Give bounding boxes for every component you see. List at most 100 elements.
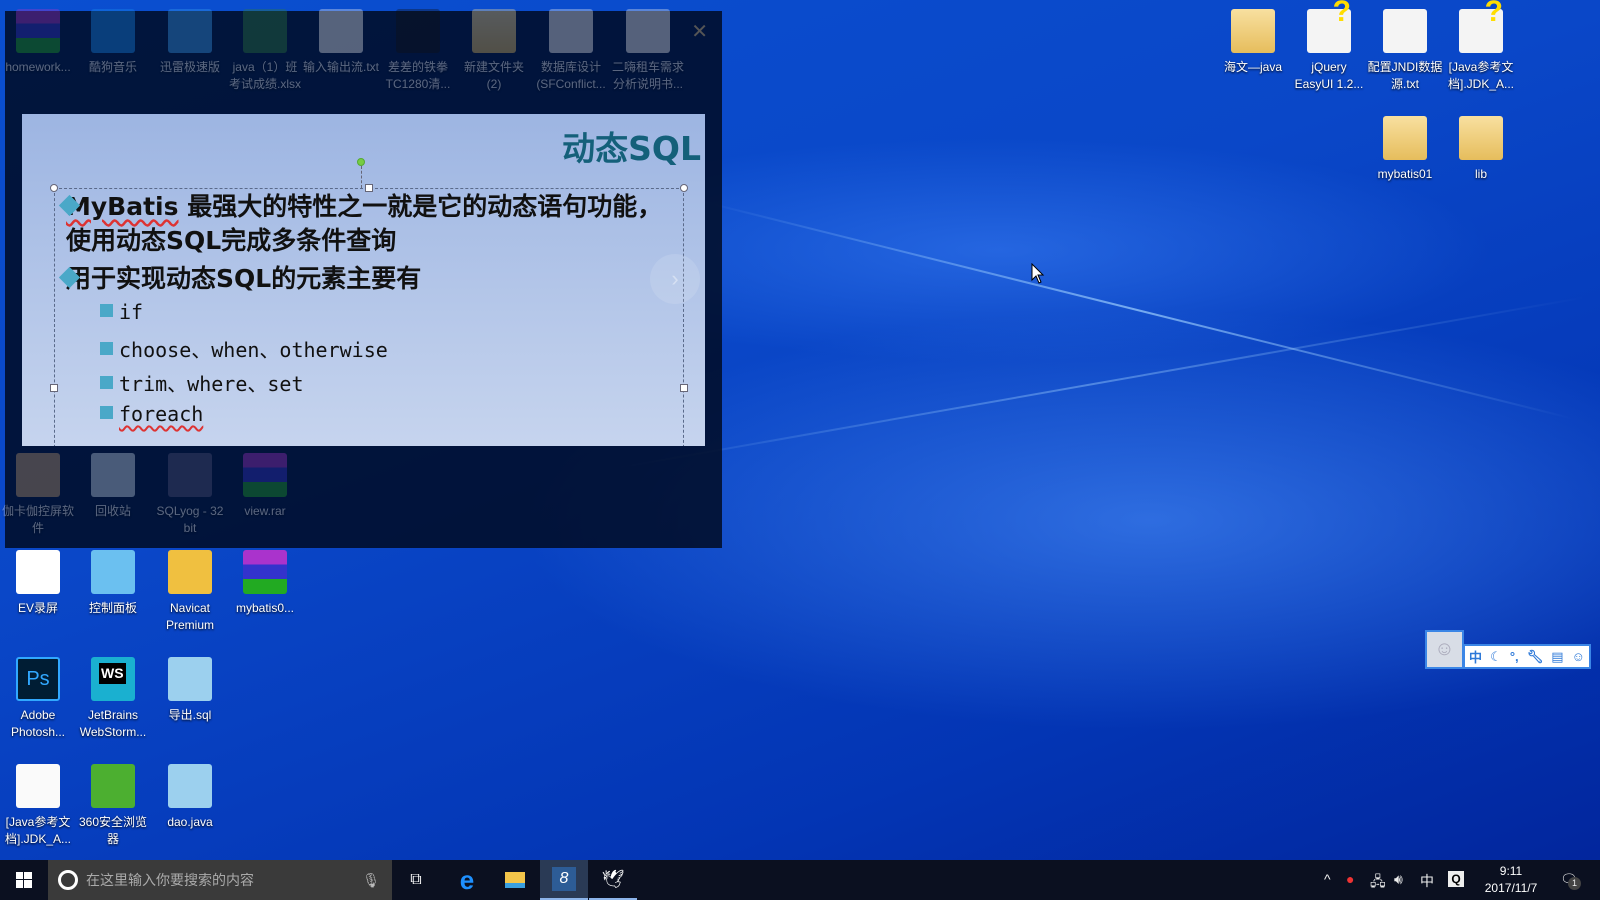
- volume-icon[interactable]: 🔊︎: [1394, 871, 1403, 888]
- next-slide-button[interactable]: ›: [650, 254, 700, 304]
- desktop-icon[interactable]: ? [Java参考文档].JDK_A...: [1443, 0, 1519, 93]
- clipboard-icon[interactable]: ▤: [1551, 649, 1563, 665]
- text-file-icon: [319, 9, 363, 53]
- wrench-icon[interactable]: 🔧︎: [1527, 649, 1544, 665]
- desktop-icon[interactable]: 回收站: [75, 449, 151, 520]
- ime-indicator[interactable]: 中: [1420, 871, 1434, 891]
- desktop-icon[interactable]: 二嗨租车需求分析说明书...: [610, 5, 686, 93]
- desktop-icon[interactable]: mybatis01: [1367, 112, 1443, 183]
- desktop-icon-label: JetBrains WebStorm...: [79, 708, 147, 739]
- text-file-icon: [1383, 9, 1427, 53]
- start-button[interactable]: [0, 860, 48, 900]
- square-bullet-icon: [100, 406, 113, 419]
- desktop-icon-label: 360安全浏览器: [78, 815, 148, 846]
- file-explorer-icon[interactable]: [491, 860, 539, 900]
- notepad-icon: [168, 657, 212, 701]
- desktop-icon[interactable]: 导出.sql: [152, 653, 228, 724]
- desktop-icon[interactable]: lib: [1443, 112, 1519, 183]
- desktop-icon[interactable]: 新建文件夹 (2): [456, 5, 532, 93]
- desktop-icon[interactable]: 控制面板: [75, 546, 151, 617]
- desktop-icon-label: 迅雷极速版: [159, 60, 220, 74]
- ev-icon: [16, 550, 60, 594]
- word-icon: [549, 9, 593, 53]
- desktop-icon[interactable]: view.rar: [227, 449, 303, 520]
- wallpaper-beam: [699, 200, 1574, 420]
- edge-icon[interactable]: e: [443, 860, 491, 900]
- folder-icon: [1383, 116, 1427, 160]
- desktop-icon[interactable]: Navicat Premium: [152, 546, 228, 634]
- webstorm-icon: WS: [91, 657, 135, 701]
- help-file-icon: ?: [1307, 0, 1351, 53]
- action-center-icon[interactable]: 🗨︎1: [1560, 871, 1581, 890]
- bullet-1: MyBatis 最强大的特性之一就是它的动态语句功能，使用动态SQL完成多条件查…: [58, 190, 666, 258]
- folder-icon: [472, 9, 516, 53]
- recycle-bin-icon: [91, 453, 135, 497]
- network-icon[interactable]: 🖧︎: [1370, 871, 1386, 895]
- search-box[interactable]: 在这里输入你要搜索的内容 🎙︎: [48, 860, 392, 900]
- desktop-icon[interactable]: 差差的铁拳TC1280清...: [380, 5, 456, 93]
- word-icon: [626, 9, 670, 53]
- desktop-icon[interactable]: dao.java: [152, 760, 228, 831]
- desktop-icon[interactable]: [Java参考文档].JDK_A...: [0, 760, 76, 848]
- desktop-icon-label: [Java参考文档].JDK_A...: [1447, 60, 1515, 91]
- desktop-icon[interactable]: 伽卡伽控屏软件: [0, 449, 76, 537]
- desktop-icon[interactable]: ? jQuery EasyUI 1.2...: [1291, 0, 1367, 93]
- desktop-icon[interactable]: Ps Adobe Photosh...: [0, 653, 76, 741]
- blank-file-icon: [16, 764, 60, 808]
- cortana-icon: [58, 870, 78, 890]
- ime-lang-toggle[interactable]: 中: [1469, 647, 1482, 666]
- notepad-icon: [168, 764, 212, 808]
- excel-icon: [243, 9, 287, 53]
- square-bullet-icon: [100, 376, 113, 389]
- desktop-icon-label: homework...: [5, 60, 71, 74]
- desktop-icon[interactable]: 海文—java: [1215, 5, 1291, 76]
- desktop-icon[interactable]: 酷狗音乐: [75, 5, 151, 76]
- taskbar: 在这里输入你要搜索的内容 🎙︎ ⧉ e 8 🕊︎ ^ ● 🖧︎ 🔊︎ 中 Q 9…: [0, 860, 1600, 900]
- desktop-icon-label: 伽卡伽控屏软件: [1, 504, 74, 535]
- desktop-icon[interactable]: 配置JNDI数据源.txt: [1367, 5, 1443, 93]
- taskbar-app-bird[interactable]: 🕊︎: [589, 860, 637, 900]
- desktop-icon[interactable]: WS JetBrains WebStorm...: [75, 653, 151, 741]
- app-icon: [16, 453, 60, 497]
- microphone-icon[interactable]: 🎙︎: [362, 872, 380, 889]
- desktop-icon-label: 二嗨租车需求分析说明书...: [611, 60, 684, 91]
- desktop-icon[interactable]: homework...: [0, 5, 76, 76]
- windows-icon: [16, 872, 32, 888]
- desktop-icon-label: 差差的铁拳TC1280清...: [385, 60, 451, 91]
- sub-bullet: trim、where、set: [100, 368, 304, 397]
- desktop-icon-label: 新建文件夹 (2): [463, 60, 524, 91]
- winrar-icon: [243, 453, 287, 497]
- desktop-icon[interactable]: 输入输出流.txt: [303, 5, 379, 76]
- clock[interactable]: 9:11 2017/11/7: [1476, 863, 1546, 897]
- desktop-icon-label: mybatis01: [1377, 167, 1433, 181]
- moon-icon[interactable]: ☾: [1490, 649, 1502, 665]
- video-icon: [396, 9, 440, 53]
- winrar-icon: [243, 550, 287, 594]
- 360-browser-icon: [91, 764, 135, 808]
- desktop-icon-label: SQLyog - 32 bit: [156, 504, 224, 535]
- desktop-icon-label: 回收站: [94, 504, 131, 518]
- smiley-icon[interactable]: ☺: [1572, 649, 1585, 664]
- desktop-icon-label: Navicat Premium: [165, 601, 214, 632]
- qq-avatar-icon[interactable]: ☺: [1425, 630, 1464, 669]
- desktop-icon-label: jQuery EasyUI 1.2...: [1294, 60, 1364, 91]
- close-icon[interactable]: ✕: [691, 19, 708, 44]
- desktop-icon[interactable]: 迅雷极速版: [152, 5, 228, 76]
- desktop-icon[interactable]: mybatis0...: [227, 546, 303, 617]
- qq-tray-icon[interactable]: ●: [1346, 871, 1354, 887]
- desktop-icon[interactable]: SQLyog - 32 bit: [152, 449, 228, 537]
- ime-punct-toggle[interactable]: °,: [1510, 649, 1519, 664]
- desktop-icon[interactable]: java（1）班考试成绩.xlsx: [227, 5, 303, 93]
- desktop-icon[interactable]: 360安全浏览器: [75, 760, 151, 848]
- desktop-icon-label: java（1）班考试成绩.xlsx: [228, 60, 301, 91]
- rotate-handle[interactable]: [357, 158, 365, 166]
- square-bullet-icon: [100, 342, 113, 355]
- slide-title: 动态SQL: [562, 129, 701, 168]
- sub-bullet: if: [100, 300, 143, 324]
- q-tray-icon[interactable]: Q: [1448, 871, 1464, 887]
- desktop-icon[interactable]: EV录屏: [0, 546, 76, 617]
- taskbar-app-8[interactable]: 8: [540, 860, 588, 900]
- show-hidden-icons[interactable]: ^: [1324, 871, 1331, 887]
- desktop-icon[interactable]: 数据库设计(SFConflict...: [533, 5, 609, 93]
- task-view-button[interactable]: ⧉: [392, 860, 440, 900]
